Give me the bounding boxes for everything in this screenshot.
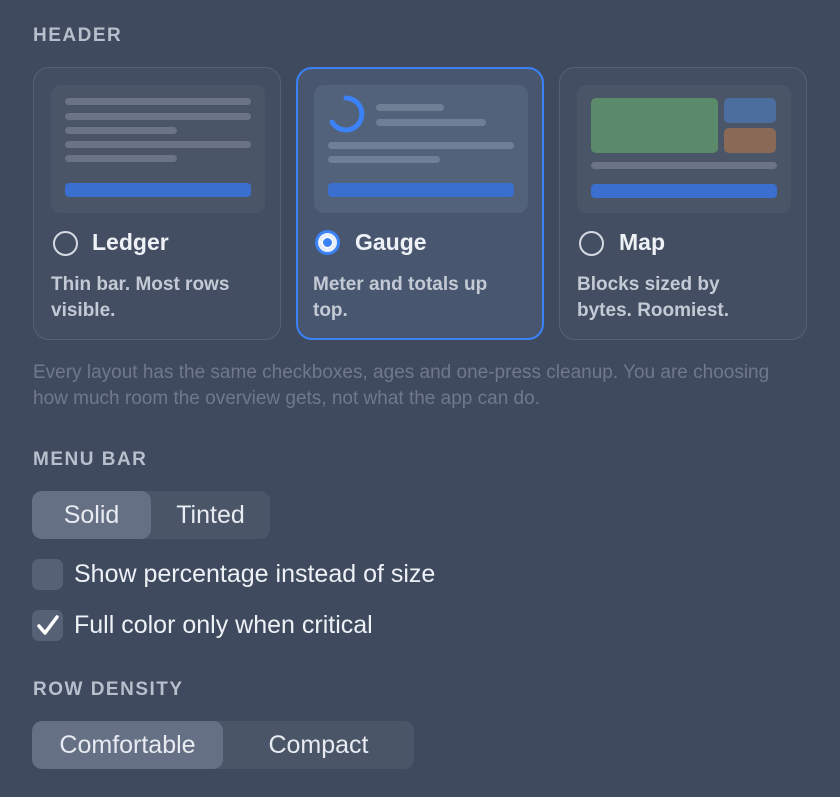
map-title: Map (619, 229, 665, 255)
layout-card-ledger[interactable]: Ledger Thin bar. Most rows visible. (33, 67, 281, 340)
ledger-title: Ledger (92, 229, 169, 255)
gauge-preview-bar (328, 183, 514, 197)
ledger-radio[interactable] (53, 231, 78, 256)
menu-bar-style-segmented[interactable]: Solid Tinted (32, 491, 270, 539)
map-block-brown (724, 128, 776, 153)
segment-compact[interactable]: Compact (223, 721, 414, 769)
map-radio[interactable] (579, 231, 604, 256)
row-density-segmented[interactable]: Comfortable Compact (32, 721, 414, 769)
ledger-preview (51, 85, 265, 213)
ledger-preview-bar (65, 183, 251, 197)
gauge-radio[interactable] (315, 230, 340, 255)
full-color-checkbox[interactable] (32, 610, 63, 641)
checkmark-icon (37, 615, 59, 635)
show-percentage-checkbox[interactable] (32, 559, 63, 590)
map-preview (577, 85, 791, 213)
map-preview-bar (591, 184, 777, 198)
row-density-section-title: ROW DENSITY (33, 679, 184, 700)
full-color-label[interactable]: Full color only when critical (74, 611, 373, 640)
menu-bar-section-title: MENU BAR (33, 449, 148, 470)
show-percentage-label[interactable]: Show percentage instead of size (74, 560, 435, 589)
map-block-blue (724, 98, 776, 123)
segment-tinted[interactable]: Tinted (151, 491, 270, 539)
header-section-title: HEADER (33, 25, 123, 46)
layout-card-gauge[interactable]: Gauge Meter and totals up top. (296, 67, 544, 340)
gauge-preview (314, 85, 528, 213)
segment-comfortable[interactable]: Comfortable (32, 721, 223, 769)
ledger-description: Thin bar. Most rows visible. (51, 274, 230, 321)
map-description: Blocks sized by bytes. Roomiest. (577, 274, 730, 321)
gauge-title: Gauge (355, 229, 427, 255)
layout-note: Every layout has the same checkboxes, ag… (33, 362, 770, 409)
segment-solid[interactable]: Solid (32, 491, 151, 539)
map-block-large (591, 98, 718, 153)
layout-card-map[interactable]: Map Blocks sized by bytes. Roomiest. (559, 67, 807, 340)
gauge-meter-icon (329, 95, 365, 133)
gauge-description: Meter and totals up top. (313, 274, 488, 321)
